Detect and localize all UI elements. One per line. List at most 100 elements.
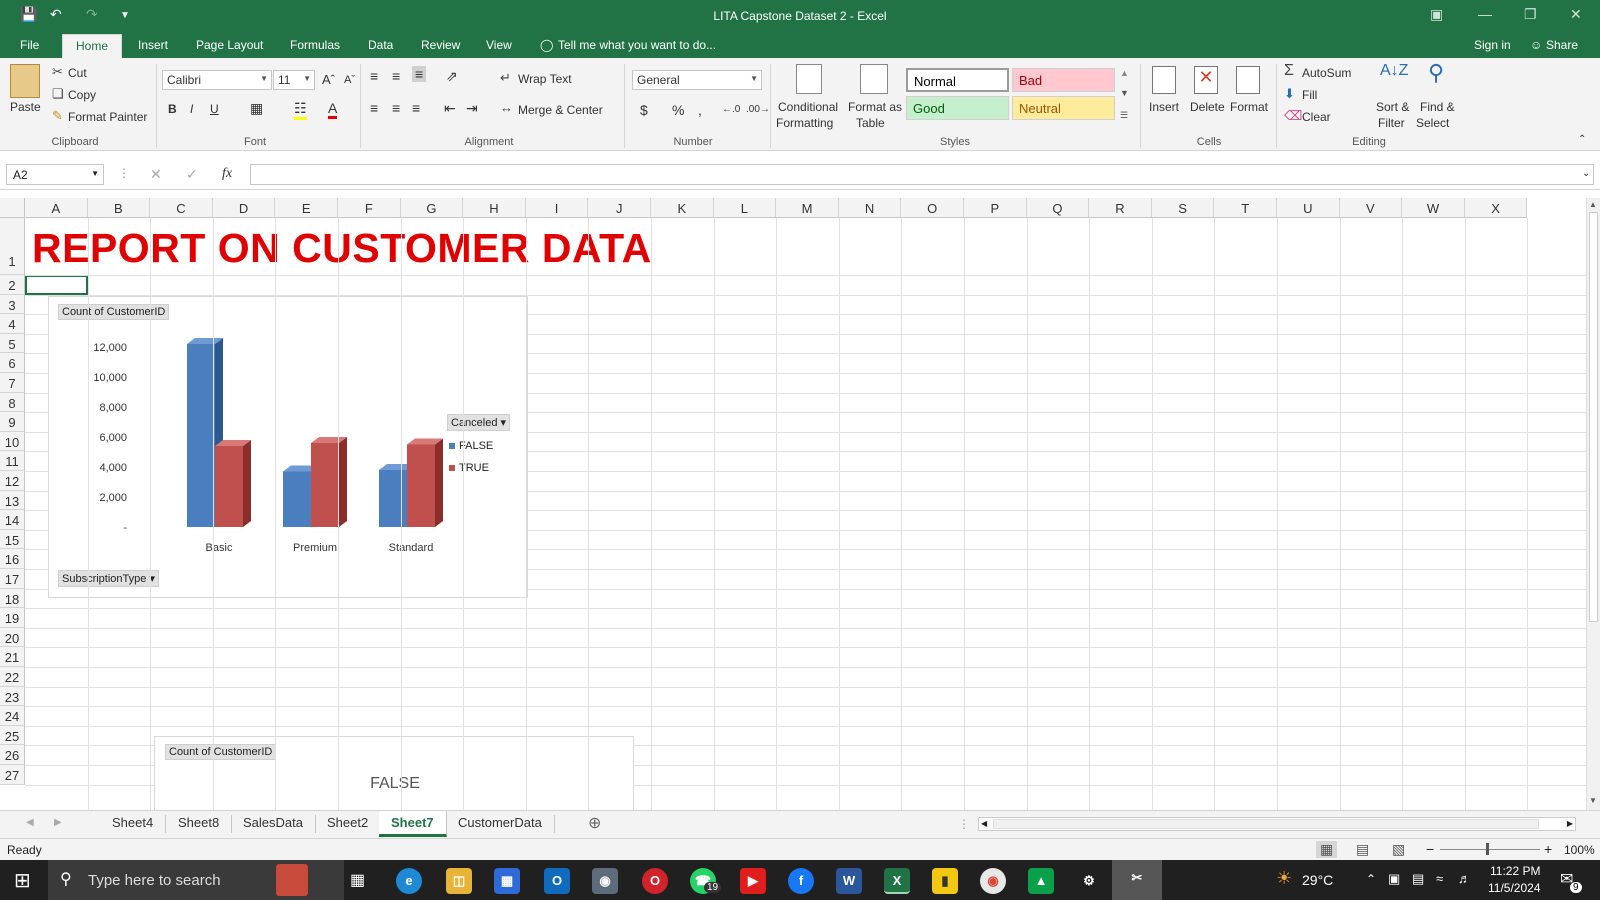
column-header-w[interactable]: W [1402,198,1465,218]
grow-font-icon[interactable]: Aˆ [322,72,335,87]
clock-date[interactable]: 11/5/2024 [1488,881,1541,895]
sign-in-link[interactable]: Sign in [1474,38,1511,52]
snipping-tool-icon[interactable]: ✂ [1112,860,1162,900]
row-header-15[interactable]: 15 [0,529,25,550]
column-header-s[interactable]: S [1151,198,1215,218]
scroll-left-icon[interactable]: ◀ [981,819,987,828]
currency-icon[interactable]: $ [640,102,648,118]
column-header-f[interactable]: F [338,198,401,218]
formula-input[interactable] [250,164,1594,185]
wrap-text-button[interactable]: Wrap Text [518,72,572,86]
sheet-tab-sheet8[interactable]: Sheet8 [166,815,233,833]
decrease-indent-icon[interactable]: ⇤ [444,100,456,117]
selected-cell-a2[interactable] [25,275,88,295]
close-icon[interactable]: ✕ [1570,6,1582,23]
sheet-tab-sheet7[interactable]: Sheet7 [379,811,447,837]
align-bottom-icon[interactable]: ≡ [412,66,427,82]
minimize-icon[interactable]: — [1478,6,1492,22]
tab-data[interactable]: Data [368,38,393,52]
column-header-j[interactable]: J [588,198,651,218]
row-header-23[interactable]: 23 [0,686,25,707]
select-all-corner[interactable] [0,198,25,218]
shrink-font-icon[interactable]: Aˇ [344,74,355,86]
youtube-icon[interactable]: ▶ [740,868,766,894]
row-header-7[interactable]: 7 [0,373,25,393]
settings-icon[interactable]: ⚙ [1076,868,1102,894]
row-header-27[interactable]: 27 [0,765,25,785]
row-header-3[interactable]: 3 [0,294,25,315]
zoom-slider[interactable] [1440,849,1540,850]
zoom-slider-thumb[interactable] [1486,843,1489,855]
paste-icon[interactable] [10,64,40,98]
wifi-icon[interactable]: ≈ [1436,871,1443,886]
sheet-tab-customerdata[interactable]: CustomerData [446,815,555,833]
row-header-2[interactable]: 2 [0,275,25,295]
volume-icon[interactable]: ♬ [1458,871,1471,886]
pivot-chart[interactable]: Count of CustomerID - 2,000 4,000 6,000 8,00… [48,296,528,598]
zoom-out-icon[interactable]: − [1426,841,1434,857]
row-header-18[interactable]: 18 [0,588,25,609]
sheet-tab-salesdata[interactable]: SalesData [231,815,316,833]
style-neutral[interactable]: Neutral [1012,96,1115,120]
align-right-icon[interactable]: ≡ [412,100,420,116]
page-layout-view-icon[interactable]: ▤ [1356,841,1369,858]
format-cells-button[interactable]: Format [1230,100,1268,114]
column-header-p[interactable]: P [964,198,1027,218]
sort-filter-button[interactable]: Sort & [1376,100,1409,114]
new-sheet-icon[interactable]: ⊕ [588,813,601,833]
row-header-22[interactable]: 22 [0,667,25,687]
comma-icon[interactable]: , [698,102,702,118]
decrease-decimal-icon[interactable]: .00→ [746,104,770,115]
green-triangle-app-icon[interactable]: ▲ [1028,868,1054,894]
find-select-button-line2[interactable]: Select [1416,116,1449,130]
tab-insert[interactable]: Insert [138,38,168,52]
value-field-button[interactable]: Count of CustomerID [58,304,170,320]
name-box[interactable]: A2 ▼ [6,164,104,185]
underline-icon[interactable]: U [210,102,219,116]
row-header-17[interactable]: 17 [0,569,25,589]
row-header-21[interactable]: 21 [0,647,25,667]
column-header-b[interactable]: B [87,198,151,218]
excel-icon[interactable]: X [884,868,910,894]
tab-home[interactable]: Home [62,34,123,58]
format-painter-button[interactable]: Format Painter [68,110,147,124]
column-header-q[interactable]: Q [1026,198,1090,218]
column-header-l[interactable]: L [713,198,777,218]
column-header-t[interactable]: T [1214,198,1277,218]
column-header-a[interactable]: A [25,198,88,218]
column-header-e[interactable]: E [275,198,338,218]
borders-icon[interactable]: ▦ [250,100,263,117]
tab-page-layout[interactable]: Page Layout [196,38,263,52]
style-normal[interactable]: Normal [906,68,1009,92]
tray-chevron-icon[interactable]: ⌃ [1366,872,1376,886]
align-center-icon[interactable]: ≡ [392,100,400,116]
tell-me-input[interactable]: Tell me what you want to do... [558,38,716,52]
windows-start-icon[interactable]: ⊞ [14,868,31,893]
fill-color-icon[interactable]: ☷ [294,100,307,120]
column-header-i[interactable]: I [525,198,589,218]
column-header-h[interactable]: H [463,198,526,218]
expand-formula-icon[interactable]: ⌄ [1582,168,1590,179]
task-view-icon[interactable]: ▦ [350,870,365,890]
column-header-u[interactable]: U [1277,198,1340,218]
tab-formulas[interactable]: Formulas [290,38,340,52]
row-header-11[interactable]: 11 [0,451,25,471]
styles-scroll-up-icon[interactable]: ▲ [1120,68,1129,78]
chrome-icon[interactable]: ◉ [980,868,1006,894]
font-size-select[interactable]: 11 ▼ [273,70,315,90]
sheet-tab-sheet4[interactable]: Sheet4 [100,815,167,833]
format-as-table-button-line2[interactable]: Table [856,116,885,130]
vertical-scroll-thumb[interactable] [1589,212,1598,622]
weather-temp[interactable]: 29°C [1302,872,1333,888]
column-header-d[interactable]: D [212,198,276,218]
sheet-tab-sheet2[interactable]: Sheet2 [315,815,382,833]
restore-icon[interactable]: ❐ [1524,6,1537,23]
autosum-button[interactable]: AutoSum [1302,66,1351,80]
bold-icon[interactable]: B [168,102,177,116]
column-header-g[interactable]: G [400,198,464,218]
row-header-10[interactable]: 10 [0,431,25,452]
tab-file[interactable]: File [20,38,39,52]
zoom-in-icon[interactable]: + [1544,841,1552,857]
align-middle-icon[interactable]: ≡ [392,68,400,84]
pivot-chart-2[interactable]: Count of CustomerID FALSE [154,736,634,810]
